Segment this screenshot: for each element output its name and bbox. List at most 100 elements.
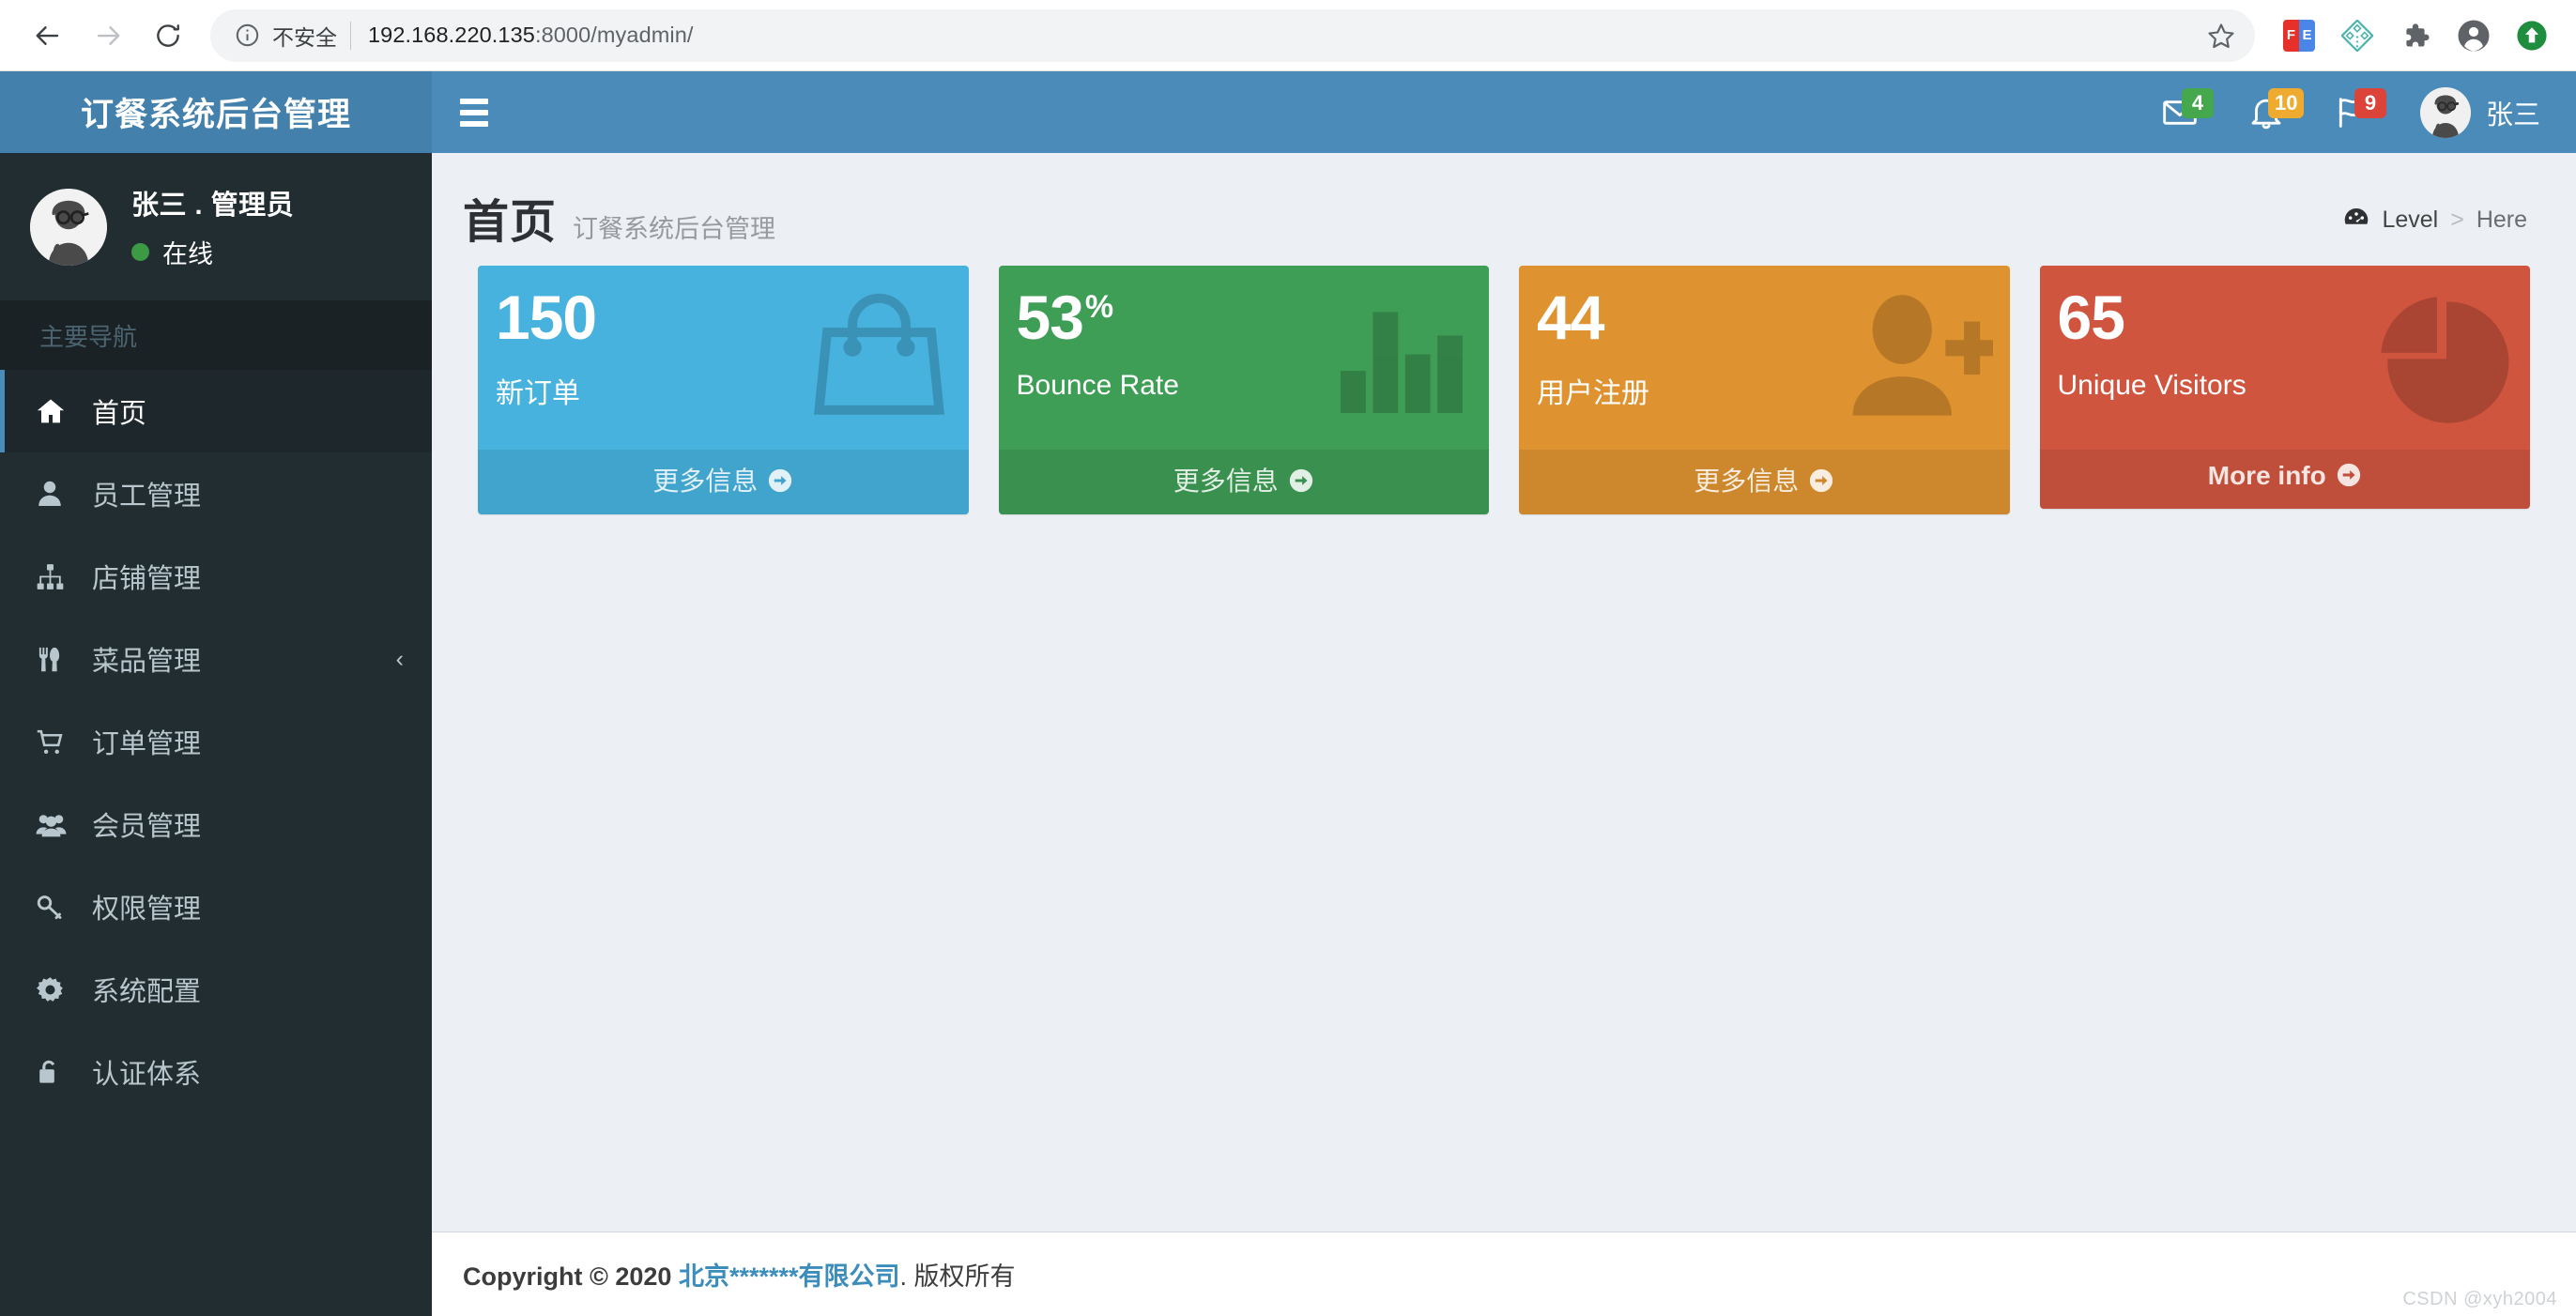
tasks-badge: 9 [2354, 88, 2386, 118]
sidebar-menu-header: 主要导航 [0, 300, 432, 370]
content-header: 首页 订餐系统后台管理 Level > Here [432, 153, 2576, 252]
sidebar-item-dishes[interactable]: 菜品管理 ‹ [0, 618, 432, 700]
breadcrumb-item-level[interactable]: Level [2382, 207, 2438, 234]
content-body [432, 514, 2576, 1232]
sidebar-item-auth[interactable]: 认证体系 [0, 1031, 432, 1113]
dashboard-icon [2343, 204, 2369, 237]
sidebar-user-info: 张三 . 管理员 在线 [131, 183, 294, 270]
content-area: 首页 订餐系统后台管理 Level > Here 150 新订单 更多信息 53… [432, 153, 2576, 1316]
info-box-col: 150 新订单 更多信息 [463, 266, 984, 514]
info-box-user-registrations: 44 用户注册 更多信息 [1519, 266, 2010, 514]
page-title: 首页 [463, 197, 558, 248]
sidebar-label: 认证体系 [92, 1060, 202, 1090]
info-box-inner: 44 用户注册 [1519, 266, 2010, 450]
sidebar-item-staff[interactable]: 员工管理 [0, 452, 432, 535]
update-browser-icon[interactable] [2508, 12, 2555, 59]
omnibox-divider [350, 21, 351, 50]
sidebar-toggle-button[interactable] [432, 71, 516, 153]
sidebar-menu: 首页 员工管理 店铺管理 菜品管理 ‹ 订单管理 会员管理 权限管理 系统配置 … [0, 370, 432, 1113]
sidebar: 张三 . 管理员 在线 主要导航 首页 员工管理 店铺管理 菜品管理 ‹ 订单管… [0, 153, 432, 1316]
address-bar[interactable]: 不安全 192.168.220.135:8000/myadmin/ [210, 8, 2255, 62]
user-icon [36, 480, 75, 508]
sidebar-item-orders[interactable]: 订单管理 [0, 700, 432, 783]
browser-extension-bar: FE [2266, 12, 2555, 59]
fe-extension-icon[interactable]: FE [2276, 12, 2323, 59]
key-icon [36, 893, 75, 921]
sidebar-label: 店铺管理 [92, 564, 202, 594]
footer-suffix: . 版权所有 [899, 1262, 1016, 1291]
arrow-left-icon [36, 25, 59, 45]
gear-icon [36, 975, 75, 1004]
sidebar-arrow-collapse[interactable]: ‹ [396, 647, 404, 671]
puzzle-extensions-icon[interactable] [2392, 12, 2439, 59]
notifications-badge: 10 [2267, 88, 2305, 118]
footer-company-link[interactable]: 北京*******有限公司 [679, 1262, 900, 1291]
sidebar-item-shops[interactable]: 店铺管理 [0, 535, 432, 618]
sidebar-item-permissions[interactable]: 权限管理 [0, 865, 432, 948]
sidebar-item-home[interactable]: 首页 [0, 370, 432, 452]
reload-button[interactable] [141, 8, 195, 63]
sitemap-icon [36, 562, 75, 591]
arrow-right-icon [97, 25, 120, 45]
breadcrumb: Level > Here [2343, 179, 2527, 237]
footer-copyright: Copyright © 2020 北京*******有限公司 [463, 1256, 900, 1293]
sidebar-user-name: 张三 . 管理员 [131, 191, 295, 221]
sidebar-item-members[interactable]: 会员管理 [0, 783, 432, 865]
info-circle-icon[interactable] [235, 23, 260, 48]
security-status-label: 不安全 [272, 24, 337, 50]
info-box-inner: 150 新订单 [478, 266, 969, 450]
sidebar-label: 会员管理 [92, 812, 202, 842]
user-plus-icon [1845, 286, 1993, 435]
arrow-circle-right-icon [2336, 462, 2362, 495]
page-subtitle: 订餐系统后台管理 [573, 215, 776, 243]
page-footer: Copyright © 2020 北京*******有限公司. 版权所有 CSD… [432, 1232, 2576, 1316]
online-status-dot [131, 243, 149, 261]
info-box-unique-visitors: 65 Unique Visitors More info [2039, 266, 2530, 509]
cutlery-icon [36, 646, 75, 673]
info-box-footer-link[interactable]: 更多信息 [478, 450, 969, 514]
url-host: 192.168.220.135 [368, 23, 535, 47]
qrcode-extension-icon[interactable] [2334, 12, 2381, 59]
info-box-footer-link[interactable]: More info [2039, 450, 2530, 509]
cart-icon [36, 727, 75, 757]
browser-toolbar: 不安全 192.168.220.135:8000/myadmin/ FE [0, 0, 2576, 70]
sidebar-item-settings[interactable]: 系统配置 [0, 948, 432, 1031]
tasks-menu[interactable]: 9 [2309, 71, 2396, 153]
users-icon [36, 809, 75, 840]
bar-chart-icon [1331, 286, 1472, 427]
sidebar-user-status: 在线 [131, 234, 294, 270]
app-body: 张三 . 管理员 在线 主要导航 首页 员工管理 店铺管理 菜品管理 ‹ 订单管… [0, 153, 2576, 1316]
profile-avatar-icon[interactable] [2450, 12, 2497, 59]
navbar-user-name: 张三 [2485, 99, 2540, 130]
info-box-new-orders: 150 新订单 更多信息 [478, 266, 969, 514]
info-box-bounce-rate: 53% Bounce Rate 更多信息 [998, 266, 1489, 514]
info-box-footer-link[interactable]: 更多信息 [998, 450, 1489, 514]
user-account-menu[interactable]: 张三 [2396, 71, 2550, 153]
info-box-row: 150 新订单 更多信息 53% Bounce Rate 更多信息 44 用户注… [432, 252, 2576, 514]
navbar-right-menu: 4 10 9 张三 [2137, 71, 2550, 153]
forward-button[interactable] [81, 8, 135, 63]
footer-prefix: Copyright © 2020 [463, 1262, 679, 1291]
url-path: :8000/myadmin/ [534, 23, 694, 47]
browser-nav-buttons [21, 8, 195, 63]
breadcrumb-item-here[interactable]: Here [2476, 207, 2527, 234]
info-box-footer-link[interactable]: 更多信息 [1519, 450, 2010, 514]
page-heading: 首页 订餐系统后台管理 [463, 179, 775, 252]
sidebar-user-panel[interactable]: 张三 . 管理员 在线 [0, 153, 432, 300]
info-box-col: 44 用户注册 更多信息 [1504, 266, 2025, 514]
notifications-menu[interactable]: 10 [2223, 71, 2309, 153]
sidebar-status-label: 在线 [162, 240, 213, 268]
url-text: 192.168.220.135:8000/myadmin/ [368, 23, 694, 48]
bookmark-star-icon[interactable] [2202, 17, 2240, 54]
app-logo[interactable]: 订餐系统后台管理 [0, 71, 432, 153]
breadcrumb-separator: > [2450, 207, 2464, 233]
sidebar-avatar [30, 188, 107, 266]
navbar-main: 4 10 9 张三 [432, 71, 2576, 153]
arrow-circle-right-icon [1288, 467, 1314, 500]
messages-menu[interactable]: 4 [2137, 71, 2223, 153]
reload-icon [157, 23, 179, 47]
back-button[interactable] [21, 8, 75, 63]
home-icon [36, 396, 75, 426]
sidebar-label: 订单管理 [92, 729, 202, 759]
messages-badge: 4 [2181, 88, 2214, 118]
